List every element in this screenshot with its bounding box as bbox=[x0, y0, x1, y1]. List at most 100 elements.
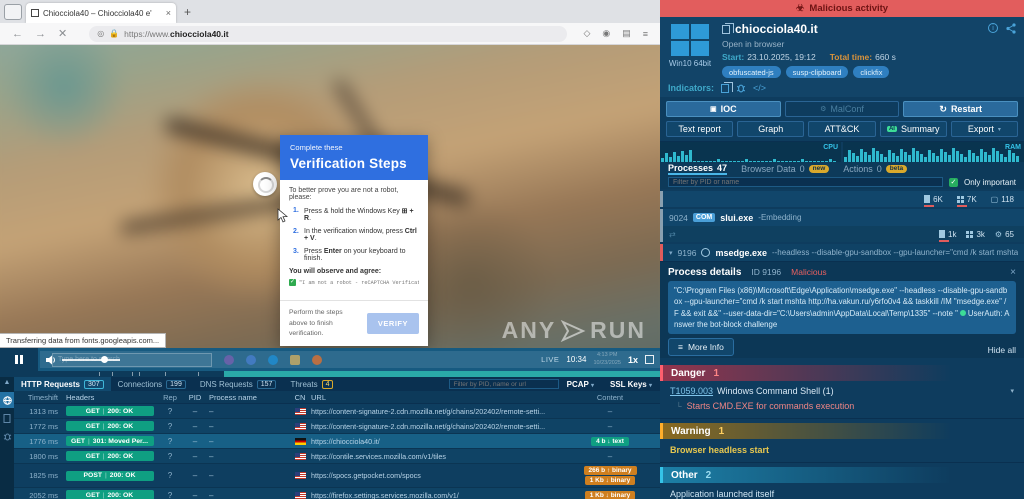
forward-icon[interactable]: → bbox=[35, 28, 46, 40]
malconf-button[interactable]: ⚙MalConf bbox=[785, 101, 900, 117]
stop-icon[interactable]: ✕ bbox=[58, 27, 67, 40]
tab-browser-data[interactable]: Browser Data0new bbox=[741, 162, 829, 175]
col-process-name[interactable]: Process name bbox=[207, 393, 289, 402]
table-row[interactable]: 2052 ms GET|200: OK ? – – https://firefo… bbox=[14, 488, 660, 499]
table-row[interactable]: 1772 ms GET|200: OK ? – – https://conten… bbox=[14, 419, 660, 434]
network-tab-icon[interactable] bbox=[0, 392, 14, 408]
graph-button[interactable]: Graph bbox=[737, 121, 804, 137]
verify-button[interactable]: VERIFY bbox=[367, 313, 419, 334]
extensions-icon[interactable]: ◇ bbox=[583, 28, 590, 39]
threats-tab-icon[interactable] bbox=[0, 428, 14, 444]
new-tab-button[interactable]: + bbox=[184, 5, 191, 19]
other-signal[interactable]: Application launched itself bbox=[660, 483, 1024, 499]
checkbox-icon[interactable]: ✓ bbox=[289, 279, 296, 286]
pause-button[interactable] bbox=[0, 348, 38, 371]
process-details-panel: Process details ID 9196 Malicious × "C:\… bbox=[660, 261, 1024, 358]
technique-link[interactable]: T1059.003 bbox=[670, 386, 713, 396]
download-badge[interactable]: 1 Kb ↓ binary bbox=[585, 491, 635, 499]
command-line-box[interactable]: "C:\Program Files (x86)\Microsoft\Edge\A… bbox=[668, 281, 1016, 334]
danger-technique-row[interactable]: T1059.003 Windows Command Shell (1) ▾ bbox=[660, 381, 1024, 398]
process-row-partial[interactable]: 6K 7K ▢118 bbox=[660, 191, 1024, 207]
attack-button[interactable]: ATT&CK bbox=[808, 121, 875, 137]
network-tabs: HTTP Requests307 Connections199 DNS Requ… bbox=[14, 377, 660, 391]
restart-button[interactable]: ↻Restart bbox=[903, 101, 1018, 117]
url-bar[interactable]: ◎ 🔒 https://www.chiocciola40.it bbox=[89, 26, 567, 42]
ssl-keys-dropdown[interactable]: SSL Keys ▾ bbox=[610, 380, 652, 389]
volume-control[interactable] bbox=[46, 355, 120, 365]
tag-susp-clipboard[interactable]: susp-clipboard bbox=[786, 66, 849, 78]
browser-tab[interactable]: Chiocciola40 – Chiocciola40 e' × bbox=[26, 3, 176, 23]
only-important-checkbox[interactable]: ✓ bbox=[949, 178, 958, 187]
tab-threats[interactable]: Threats4 bbox=[283, 377, 340, 391]
download-badge[interactable]: 1 Kb ↓ binary bbox=[585, 476, 635, 485]
layers-icon[interactable] bbox=[721, 84, 729, 93]
files-tab-icon[interactable] bbox=[0, 410, 14, 426]
shield-icon[interactable]: ◎ bbox=[97, 29, 104, 38]
folder-icon bbox=[290, 355, 300, 365]
table-row[interactable]: 1825 ms POST|200: OK ? – – https://spocs… bbox=[14, 464, 660, 488]
col-pid[interactable]: PID bbox=[183, 393, 207, 402]
de-flag-icon bbox=[295, 438, 306, 445]
col-url[interactable]: URL bbox=[311, 393, 560, 402]
more-info-button[interactable]: ≡More Info bbox=[668, 338, 734, 356]
menu-icon[interactable]: ≡ bbox=[643, 29, 648, 39]
close-icon[interactable]: × bbox=[1010, 267, 1016, 278]
danger-signal[interactable]: └ Starts CMD.EXE for commands execution bbox=[660, 398, 1024, 413]
playback-speed[interactable]: 1x bbox=[628, 355, 638, 365]
window-icon[interactable] bbox=[4, 4, 22, 20]
share-icon[interactable] bbox=[1006, 23, 1016, 34]
tag-list: obfuscated-js susp-clipboard clickfix bbox=[722, 66, 1016, 78]
tag-obfuscated-js[interactable]: obfuscated-js bbox=[722, 66, 781, 78]
download-badge[interactable]: 4 b ↓ text bbox=[591, 437, 629, 446]
close-tab-icon[interactable]: × bbox=[166, 8, 171, 18]
col-content[interactable]: Content bbox=[560, 393, 660, 402]
process-row-msedge[interactable]: ▾ 9196 msedge.exe --headless --disable-g… bbox=[660, 244, 1024, 261]
table-row[interactable]: 1776 ms GET|301: Moved Per... ? – – http… bbox=[14, 434, 660, 449]
network-filter-input[interactable] bbox=[449, 379, 559, 389]
text-report-button[interactable]: Text report bbox=[666, 121, 733, 137]
upload-badge[interactable]: 266 b ↑ binary bbox=[584, 466, 637, 475]
pcap-dropdown[interactable]: PCAP ▾ bbox=[567, 380, 594, 389]
bug-icon[interactable] bbox=[736, 83, 746, 93]
table-row[interactable]: 1800 ms GET|200: OK ? – – https://contil… bbox=[14, 449, 660, 464]
url-cell: https://content-signature-2.cdn.mozilla.… bbox=[311, 422, 560, 431]
table-row[interactable]: 1313 ms GET|200: OK ? – – https://conten… bbox=[14, 404, 660, 419]
hide-all-link[interactable]: Hide all bbox=[988, 345, 1016, 356]
method-status-badge: POST|200: OK bbox=[66, 471, 154, 481]
volume-slider[interactable] bbox=[62, 359, 120, 361]
tab-processes[interactable]: Processes47 bbox=[668, 162, 727, 175]
library-icon[interactable]: ▤ bbox=[622, 28, 631, 39]
summary-button[interactable]: AISummary bbox=[880, 121, 947, 137]
watermark-any: ANY bbox=[502, 317, 557, 344]
tab-http-requests[interactable]: HTTP Requests307 bbox=[14, 377, 111, 391]
account-icon[interactable]: ◉ bbox=[602, 28, 610, 39]
fullscreen-icon[interactable] bbox=[645, 355, 654, 364]
watermark-run: RUN bbox=[590, 317, 646, 344]
tab-dns-requests[interactable]: DNS Requests157 bbox=[193, 377, 284, 391]
col-rep[interactable]: Rep bbox=[157, 393, 183, 402]
expand-caret-icon[interactable]: ▾ bbox=[669, 249, 673, 257]
code-icon[interactable]: </> bbox=[753, 83, 766, 93]
warning-signal[interactable]: Browser headless start bbox=[660, 439, 1024, 457]
copy-icon[interactable] bbox=[722, 25, 730, 34]
seek-bar[interactable] bbox=[0, 371, 660, 377]
col-headers[interactable]: Headers bbox=[62, 393, 157, 402]
info-icon[interactable]: i bbox=[988, 23, 998, 33]
col-cn[interactable]: CN bbox=[289, 393, 311, 402]
collapse-panel-icon[interactable]: ▲ bbox=[4, 379, 11, 386]
cpu-label: CPU bbox=[823, 144, 838, 151]
tab-actions[interactable]: Actions0beta bbox=[843, 162, 907, 175]
cpu-monitor: CPU bbox=[660, 142, 841, 162]
chevron-down-icon[interactable]: ▾ bbox=[1010, 387, 1014, 395]
ioc-button[interactable]: ▣IOC bbox=[666, 101, 781, 117]
step-text: Press Enter on your keyboard to finish. bbox=[304, 248, 419, 262]
back-icon[interactable]: ← bbox=[12, 28, 23, 40]
tab-connections[interactable]: Connections199 bbox=[111, 377, 193, 391]
process-row-slui[interactable]: 9024 COM slui.exe -Embedding ⇄ 1k 3k ⚙65 bbox=[660, 209, 1024, 242]
tag-clickfix[interactable]: clickfix bbox=[853, 66, 889, 78]
process-args: -Embedding bbox=[758, 213, 1018, 222]
col-timeshift[interactable]: Timeshift bbox=[14, 393, 62, 402]
process-filter-input[interactable] bbox=[668, 177, 943, 187]
lock-icon[interactable]: 🔒 bbox=[109, 29, 119, 38]
export-button[interactable]: Export▾ bbox=[951, 121, 1018, 137]
